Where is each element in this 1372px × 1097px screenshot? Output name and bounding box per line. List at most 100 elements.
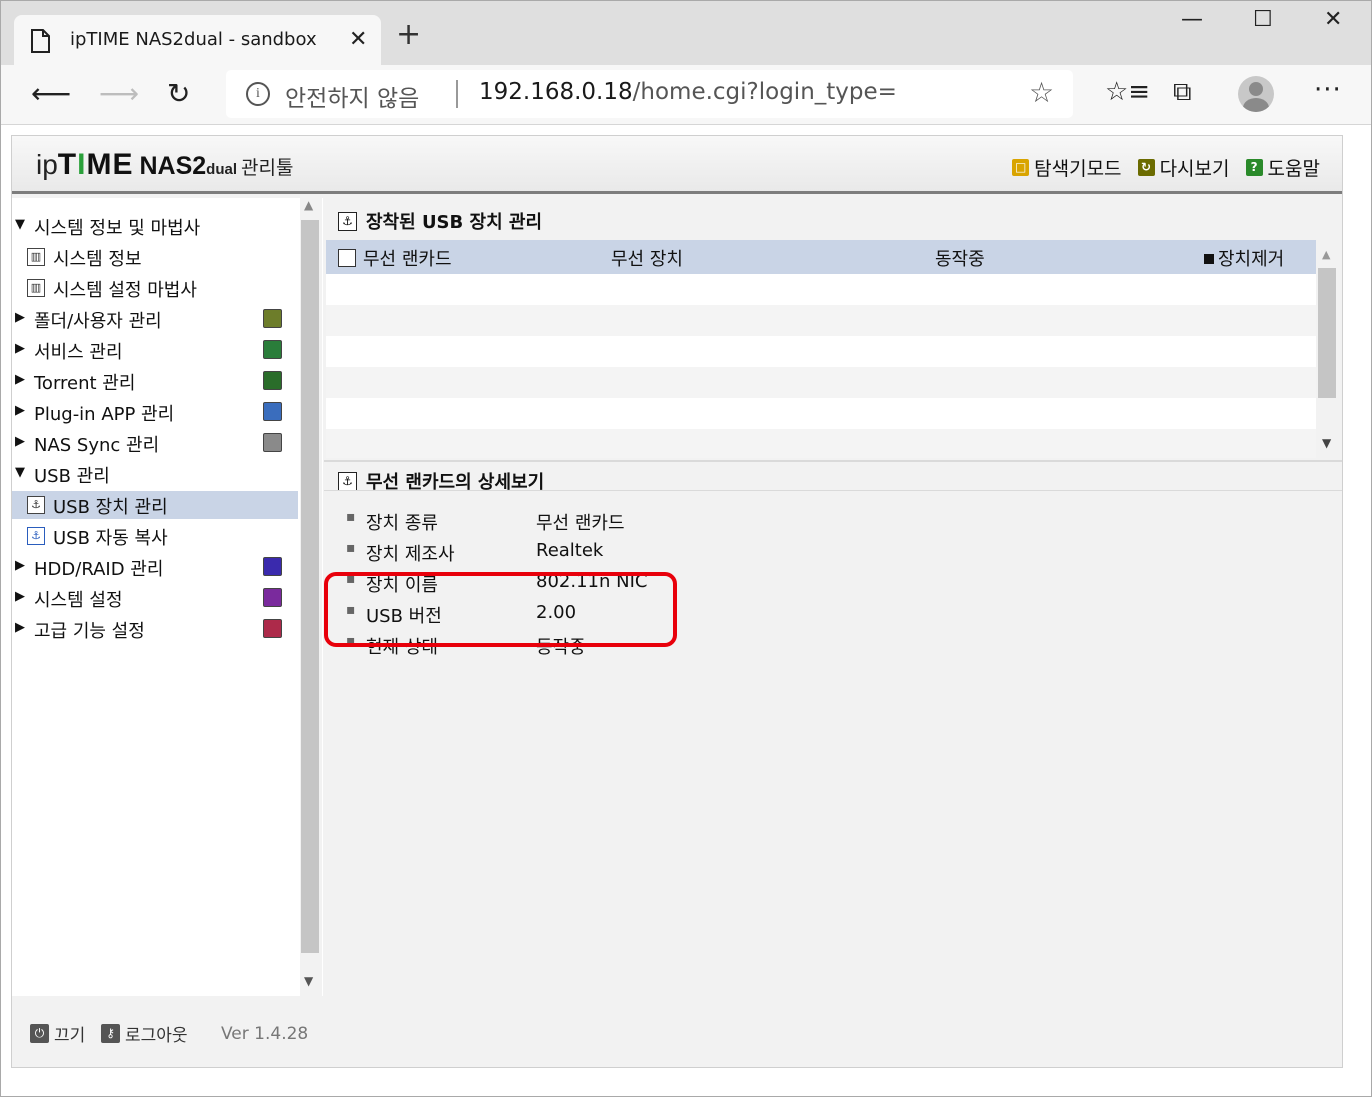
- sidebar-item-setup-wizard[interactable]: ▥ 시스템 설정 마법사: [12, 274, 298, 302]
- sidebar-item-label: 고급 기능 설정: [34, 621, 145, 642]
- detail-key: 장치 종류: [366, 513, 438, 534]
- help-label: 도움말: [1267, 158, 1320, 180]
- remove-device-label: 장치제거: [1218, 249, 1285, 270]
- scroll-up-icon[interactable]: ▲: [1322, 248, 1330, 261]
- favorites-list-icon[interactable]: ☆≡: [1105, 77, 1150, 107]
- help-link[interactable]: ? 도움말: [1245, 154, 1320, 181]
- usb-devices-title: ⚓ 장착된 USB 장치 관리: [338, 208, 542, 234]
- usb-devices-title-text: 장착된 USB 장치 관리: [366, 212, 543, 233]
- remove-device-button[interactable]: 장치제거: [1204, 245, 1284, 271]
- sidebar-item-label: 시스템 정보 및 마법사: [34, 218, 201, 239]
- address-bar[interactable]: i 안전하지 않음 192.168.0.18/home.cgi?login_ty…: [226, 70, 1073, 118]
- logo-t: T: [57, 148, 78, 181]
- refresh-icon[interactable]: ↻: [167, 77, 190, 110]
- title-bar: ipTIME NAS2dual - sandbox ✕ + — ☐ ✕: [1, 1, 1371, 65]
- collapsed-arrow-icon: ▶: [15, 372, 25, 387]
- scrollbar-thumb[interactable]: [1318, 268, 1336, 398]
- sidebar-group-nas-sync[interactable]: ▶ NAS Sync 관리: [12, 429, 298, 457]
- minimize-icon[interactable]: —: [1181, 7, 1203, 32]
- table-row: [326, 367, 1316, 398]
- close-window-icon[interactable]: ✕: [1324, 7, 1342, 32]
- explorer-mode-label: 탐색기모드: [1034, 158, 1122, 180]
- sidebar-group-system-info[interactable]: ▼ 시스템 정보 및 마법사: [12, 212, 298, 240]
- sidebar-group-torrent[interactable]: ▶ Torrent 관리: [12, 367, 298, 395]
- logo-tool: 관리툴: [241, 158, 294, 179]
- logout-label: 로그아웃: [125, 1026, 188, 1046]
- version-text: Ver 1.4.28: [221, 1024, 309, 1044]
- table-row: [326, 274, 1316, 305]
- browser-tab[interactable]: ipTIME NAS2dual - sandbox ✕: [14, 15, 381, 65]
- url-text[interactable]: 192.168.0.18/home.cgi?login_type=: [479, 79, 897, 105]
- sidebar-item-usb-device[interactable]: ⚓ USB 장치 관리: [12, 491, 298, 519]
- usb-icon: ⚓: [27, 527, 45, 545]
- forward-icon[interactable]: ⟶: [99, 77, 139, 110]
- security-status[interactable]: 안전하지 않음: [285, 79, 419, 113]
- scrollbar-thumb[interactable]: [301, 220, 319, 953]
- explorer-mode-link[interactable]: □ 탐색기모드: [1012, 154, 1122, 181]
- detail-value: 무선 랜카드: [536, 513, 625, 534]
- table-row: [326, 398, 1316, 429]
- col-device-status: 동작중: [935, 249, 985, 270]
- detail-key: 장치 제조사: [366, 544, 455, 565]
- sidebar-item-label: Plug-in APP 관리: [34, 404, 175, 425]
- refresh-view-label: 다시보기: [1159, 158, 1230, 180]
- device-icon: [338, 249, 356, 267]
- collections-icon[interactable]: ⧉: [1173, 77, 1192, 108]
- settings-icon: [263, 588, 282, 607]
- key-icon: ⚷: [101, 1024, 120, 1043]
- back-icon[interactable]: ⟵: [31, 77, 71, 110]
- sidebar-scrollbar[interactable]: ▲ ▼: [300, 198, 322, 996]
- sidebar-item-label: USB 자동 복사: [53, 528, 168, 549]
- explorer-mode-icon: □: [1012, 159, 1030, 176]
- sidebar-group-folder-user[interactable]: ▶ 폴더/사용자 관리: [12, 305, 298, 333]
- table-header-row[interactable]: 무선 랜카드 무선 장치 동작중 장치제거: [326, 240, 1316, 274]
- table-scrollbar[interactable]: ▲ ▼: [1316, 240, 1338, 458]
- power-off-label: 끄기: [54, 1026, 86, 1046]
- col-device-type: 무선 장치: [611, 249, 683, 270]
- scroll-down-icon[interactable]: ▼: [304, 974, 313, 988]
- info-icon[interactable]: i: [246, 82, 270, 106]
- collapsed-arrow-icon: ▶: [15, 434, 25, 449]
- section-divider: [324, 460, 1342, 462]
- power-off-button[interactable]: ⏻ 끄기: [30, 1021, 85, 1046]
- refresh-view-icon: ↻: [1137, 159, 1155, 176]
- sidebar-group-system-settings[interactable]: ▶ 시스템 설정: [12, 584, 298, 612]
- collapsed-arrow-icon: ▶: [15, 620, 25, 635]
- profile-avatar[interactable]: [1238, 76, 1274, 112]
- logout-button[interactable]: ⚷ 로그아웃: [101, 1021, 188, 1046]
- sidebar-item-usb-autocopy[interactable]: ⚓ USB 자동 복사: [12, 522, 298, 550]
- sidebar-item-label: HDD/RAID 관리: [34, 559, 164, 580]
- logo-ip: ip: [36, 149, 58, 180]
- refresh-view-link[interactable]: ↻ 다시보기: [1137, 154, 1230, 181]
- sidebar-group-service[interactable]: ▶ 서비스 관리: [12, 336, 298, 364]
- usb-device-table: 무선 랜카드 무선 장치 동작중 장치제거: [326, 240, 1316, 458]
- usb-icon: ⚓: [338, 211, 357, 231]
- detail-value: Realtek: [536, 540, 604, 561]
- new-tab-button[interactable]: +: [396, 20, 421, 50]
- tab-close-icon[interactable]: ✕: [349, 27, 367, 52]
- sidebar-item-label: 시스템 정보: [53, 249, 142, 270]
- favorite-star-icon[interactable]: ☆: [1029, 76, 1054, 109]
- sidebar-group-plugin-app[interactable]: ▶ Plug-in APP 관리: [12, 398, 298, 426]
- device-name-text: 무선 랜카드: [363, 249, 452, 270]
- help-icon: ?: [1245, 159, 1263, 176]
- scroll-down-icon[interactable]: ▼: [1322, 436, 1331, 450]
- maximize-icon[interactable]: ☐: [1253, 7, 1273, 32]
- more-menu-icon[interactable]: ···: [1314, 75, 1342, 105]
- remove-icon: [1204, 254, 1214, 264]
- usb-icon: ⚓: [27, 496, 45, 514]
- table-row: [326, 305, 1316, 336]
- plugin-icon: [263, 402, 282, 421]
- sidebar-item-system-info[interactable]: ▥ 시스템 정보: [12, 243, 298, 271]
- scroll-up-icon[interactable]: ▲: [304, 198, 313, 212]
- nas-app: ipTIME NAS2dual 관리툴 □ 탐색기모드 ↻ 다시보기 ? 도움말 ▼ 시스…: [11, 135, 1343, 1068]
- avatar-head: [1249, 82, 1263, 96]
- sidebar-item-label: 시스템 설정: [34, 590, 123, 611]
- sidebar-group-hdd-raid[interactable]: ▶ HDD/RAID 관리: [12, 553, 298, 581]
- sidebar-group-advanced[interactable]: ▶ 고급 기능 설정: [12, 615, 298, 643]
- page-icon: [31, 29, 50, 53]
- expanded-arrow-icon: ▼: [15, 217, 25, 232]
- table-row: [326, 429, 1316, 458]
- sidebar-group-usb[interactable]: ▼ USB 관리: [12, 460, 298, 488]
- sidebar-footer: ⏻ 끄기 ⚷ 로그아웃 Ver 1.4.28: [12, 996, 323, 1067]
